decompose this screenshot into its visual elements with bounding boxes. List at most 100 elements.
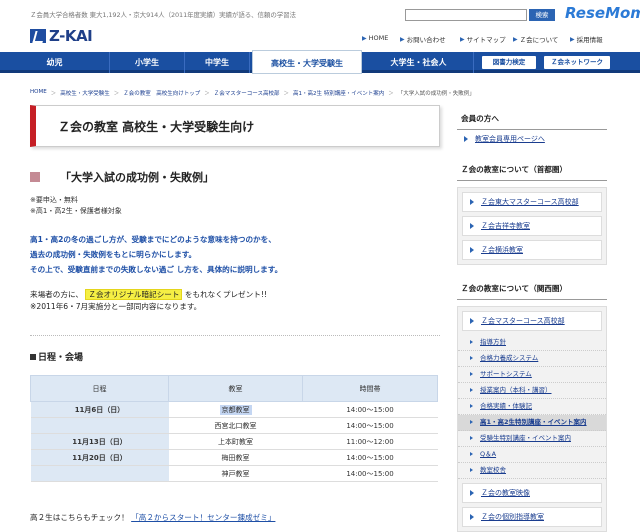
schedule-table: 日程 教室 時間帯 11月6日（日） 京都教室 14:00～15:00 西宮北口… [30,375,438,482]
crumb-master-course[interactable]: Ｚ会マスターコース高校部 [214,89,280,97]
table-row: 11月13日（日） 上本町教室 11:00～12:00 [30,433,438,450]
main-nav: 幼児 小学生 中学生 高校生・大学受験生 大学生・社会人 図書力検定 Ｚ会ネット… [0,50,640,74]
present-note: ※2011年6・7月実施分と一部同内容になります。 [30,302,202,311]
sidebar-sub-current-events[interactable]: 高1・高2生特別講座・イベント案内 [458,415,606,431]
arrow-icon: ▶ [570,35,575,43]
nav-badge-reading-test[interactable]: 図書力検定 [482,56,536,69]
crumb-home[interactable]: HOME [30,89,47,97]
sidebar-link-video[interactable]: Ｚ会の教室映像 [462,483,602,503]
present-pre: 来場者の方に、 [30,290,83,299]
cell-room: 上本町教室 [168,433,303,450]
sidebar-sub-system[interactable]: 合格力養成システム [458,351,606,367]
lead-line: 過去の成功例・失敗例をもとに明らかにします。 [30,250,197,259]
note-free: ※要申込・無料 [30,196,78,204]
crumb-sep-icon: ＞ [388,91,394,97]
square-icon [30,172,40,182]
util-contact[interactable]: ▶ お問い合わせ [400,34,446,45]
cell-time: 14:00～15:00 [302,417,438,434]
sidebar-members-link[interactable]: 教室会員専用ページへ [457,130,607,148]
arrow-icon: ▶ [400,35,405,43]
arrow-icon: ▶ [513,35,518,43]
cell-date: 11月13日（日） [30,433,169,450]
search-input[interactable] [405,9,527,21]
sidebar: 会員の方へ 教室会員専用ページへ Ｚ会の教室について（首都圏） Ｚ会東大マスター… [457,105,607,532]
nav-badge-network[interactable]: Ｚ会ネットワーク [544,56,610,69]
sidebar-kansai-box: Ｚ会マスターコース高校部 指導方針 合格力養成システム サポートシステム 授業案… [457,306,607,532]
nav-junior-high[interactable]: 中学生 [185,52,250,73]
nav-university[interactable]: 大学生・社会人 [364,52,474,73]
sidebar-sub-qa[interactable]: Q＆A [458,447,606,463]
table-row: 神戸教室 14:00～15:00 [30,465,438,482]
util-about[interactable]: ▶ Ｚ会について [513,34,559,45]
zkai-logo[interactable]: Z-KAI [30,27,93,45]
cell-room: 西宮北口教室 [168,417,303,434]
sidebar-sub-results[interactable]: 合格実績・体験記 [458,399,606,415]
present-post: をもれなくプレゼント!! [184,290,267,299]
table-row: 11月20日（日） 梅田教室 14:00～15:00 [30,449,438,466]
nav-high-school[interactable]: 高校生・大学受験生 [252,50,362,74]
util-recruit[interactable]: ▶ 採用情報 [570,34,603,45]
header-tagline: Ｚ会員大学合格者数 東大1,192人・京大914人（2011年度実績）実績が語る… [30,11,296,19]
arrow-icon: ▶ [460,35,465,43]
lead-text: 高1・高2の冬の過ごし方が、受験までにどのような意味を持つのかを、 過去の成功例… [30,232,440,277]
sidebar-link-kichijoji[interactable]: Ｚ会吉祥寺教室 [462,216,602,236]
watermark-logo: ReseMom [565,4,640,22]
util-contact-label: お問い合わせ [406,36,446,44]
sidebar-tokyo-box: Ｚ会東大マスターコース高校部 Ｚ会吉祥寺教室 Ｚ会横浜教室 [457,187,607,265]
cell-time: 14:00～15:00 [302,449,438,466]
present-text: 来場者の方に、 Ｚ会オリジナル暗記シート をもれなくプレゼント!! ※2011年… [30,289,440,313]
sidebar-link-individual[interactable]: Ｚ会の個別指導教室 [462,507,602,527]
sidebar-sub-support[interactable]: サポートシステム [458,367,606,383]
crumb-highschool[interactable]: 高校生・大学受験生 [60,89,110,97]
cell-date [30,465,169,482]
cell-time: 11:00～12:00 [302,433,438,450]
table-row: 西宮北口教室 14:00～15:00 [30,417,438,434]
table-header-row: 日程 教室 時間帯 [30,375,438,402]
sidebar-link-todai-master[interactable]: Ｚ会東大マスターコース高校部 [462,192,602,212]
util-recruit-label: 採用情報 [576,36,603,44]
sidebar-tokyo-heading: Ｚ会の教室について（首都圏） [457,156,607,181]
util-sitemap[interactable]: ▶ サイトマップ [460,34,506,45]
cell-date: 11月6日（日） [30,401,169,418]
sidebar-sub-policy[interactable]: 指導方針 [458,335,606,351]
sidebar-sub-classes[interactable]: 授業案内（本科・講習） [458,383,606,399]
search-button[interactable]: 検索 [529,9,555,21]
lead-line: 高1・高2の冬の過ごし方が、受験までにどのような意味を持つのかを、 [30,235,276,244]
crumb-sep-icon: ＞ [113,91,120,97]
lead-line: その上で、受験直前までの失敗しない過ご し方を、具体的に説明します。 [30,265,283,274]
table-row: 11月6日（日） 京都教室 14:00～15:00 [30,401,438,418]
logo-text: Z-KAI [49,27,93,45]
breadcrumb: HOME ＞ 高校生・大学受験生＞ Ｚ会の教室 高校生向けトップ＞ Ｚ会マスターコ… [30,89,475,97]
cell-room: 京都教室 [168,401,303,418]
util-sitemap-label: サイトマップ [466,36,506,44]
crumb-sep-icon: ＞ [204,91,210,97]
sidebar-members-heading: 会員の方へ [457,105,607,130]
sidebar-sub-campus[interactable]: 教室校舎 [458,463,606,479]
bottom-check: 高２生はこちらもチェック！ 「高２からスタート！センター錬成ゼミ」 [30,512,275,523]
sidebar-link-master-course[interactable]: Ｚ会マスターコース高校部 [462,311,602,331]
present-highlight: Ｚ会オリジナル暗記シート [85,289,183,300]
crumb-current: 「大学入試の成功例・失敗例」 [397,91,475,97]
header-date: 日程 [30,375,169,402]
note-target: ※高1・高2生・保護者様対象 [30,207,122,215]
cell-time: 14:00～15:00 [302,465,438,482]
crumb-sep-icon: ＞ [50,91,57,97]
schedule-title: 日程・会場 [30,335,440,363]
section-title-text: 「大学入試の成功例・失敗例」 [60,171,214,184]
sidebar-sub-exam-events[interactable]: 受験生特別講座・イベント案内 [458,431,606,447]
arrow-icon: ▶ [362,34,367,42]
center-seminar-link[interactable]: 「高２からスタート！センター錬成ゼミ」 [131,513,275,522]
section-title: 「大学入試の成功例・失敗例」 [30,169,440,185]
util-home[interactable]: ▶ HOME [362,34,388,42]
sidebar-link-yokohama[interactable]: Ｚ会横浜教室 [462,240,602,260]
util-about-label: Ｚ会について [519,36,559,44]
cell-room: 神戸教室 [168,465,303,482]
header-room: 教室 [168,375,303,402]
header-time: 時間帯 [302,375,438,402]
nav-toddler[interactable]: 幼児 [0,52,110,73]
cell-date: 11月20日（日） [30,449,169,466]
logo-mark-icon [30,29,46,43]
nav-elementary[interactable]: 小学生 [110,52,185,73]
crumb-events[interactable]: 高1・高2生 特別講座・イベント案内 [293,89,384,97]
crumb-classroom-top[interactable]: Ｚ会の教室 高校生向けトップ [123,89,200,97]
